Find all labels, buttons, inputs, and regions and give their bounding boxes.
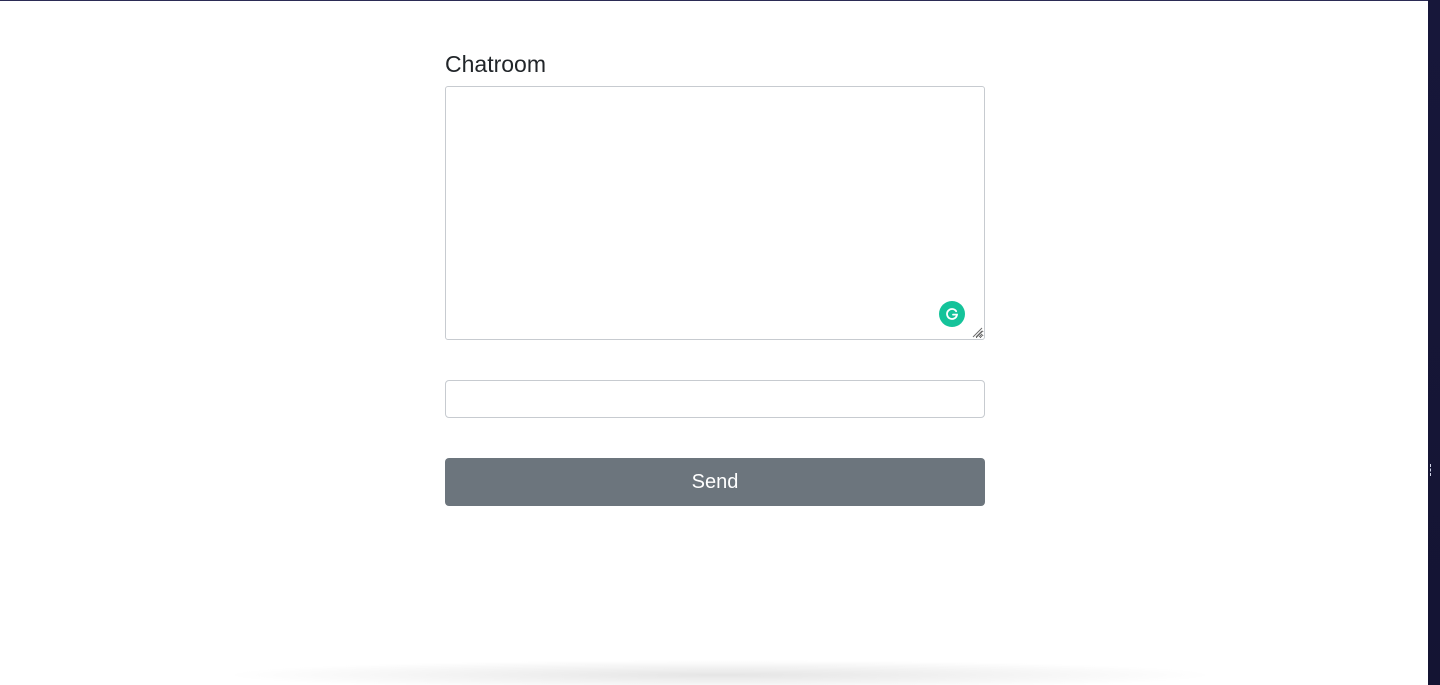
top-border (0, 0, 1428, 1)
bottom-shadow (220, 660, 1220, 685)
chatroom-panel: Chatroom Send (445, 48, 985, 506)
chatroom-title: Chatroom (445, 51, 546, 77)
page: Chatroom Send (0, 0, 1440, 685)
edge-marker (1430, 464, 1439, 476)
grammarly-icon[interactable] (939, 301, 965, 327)
chat-log-wrapper (445, 86, 985, 340)
send-button[interactable]: Send (445, 458, 985, 506)
grammarly-g-glyph (946, 308, 959, 320)
window-edge-strip (1428, 0, 1440, 685)
resize-grip-icon[interactable] (971, 326, 983, 338)
chat-log-textarea[interactable] (445, 86, 985, 340)
message-input[interactable] (445, 380, 985, 418)
